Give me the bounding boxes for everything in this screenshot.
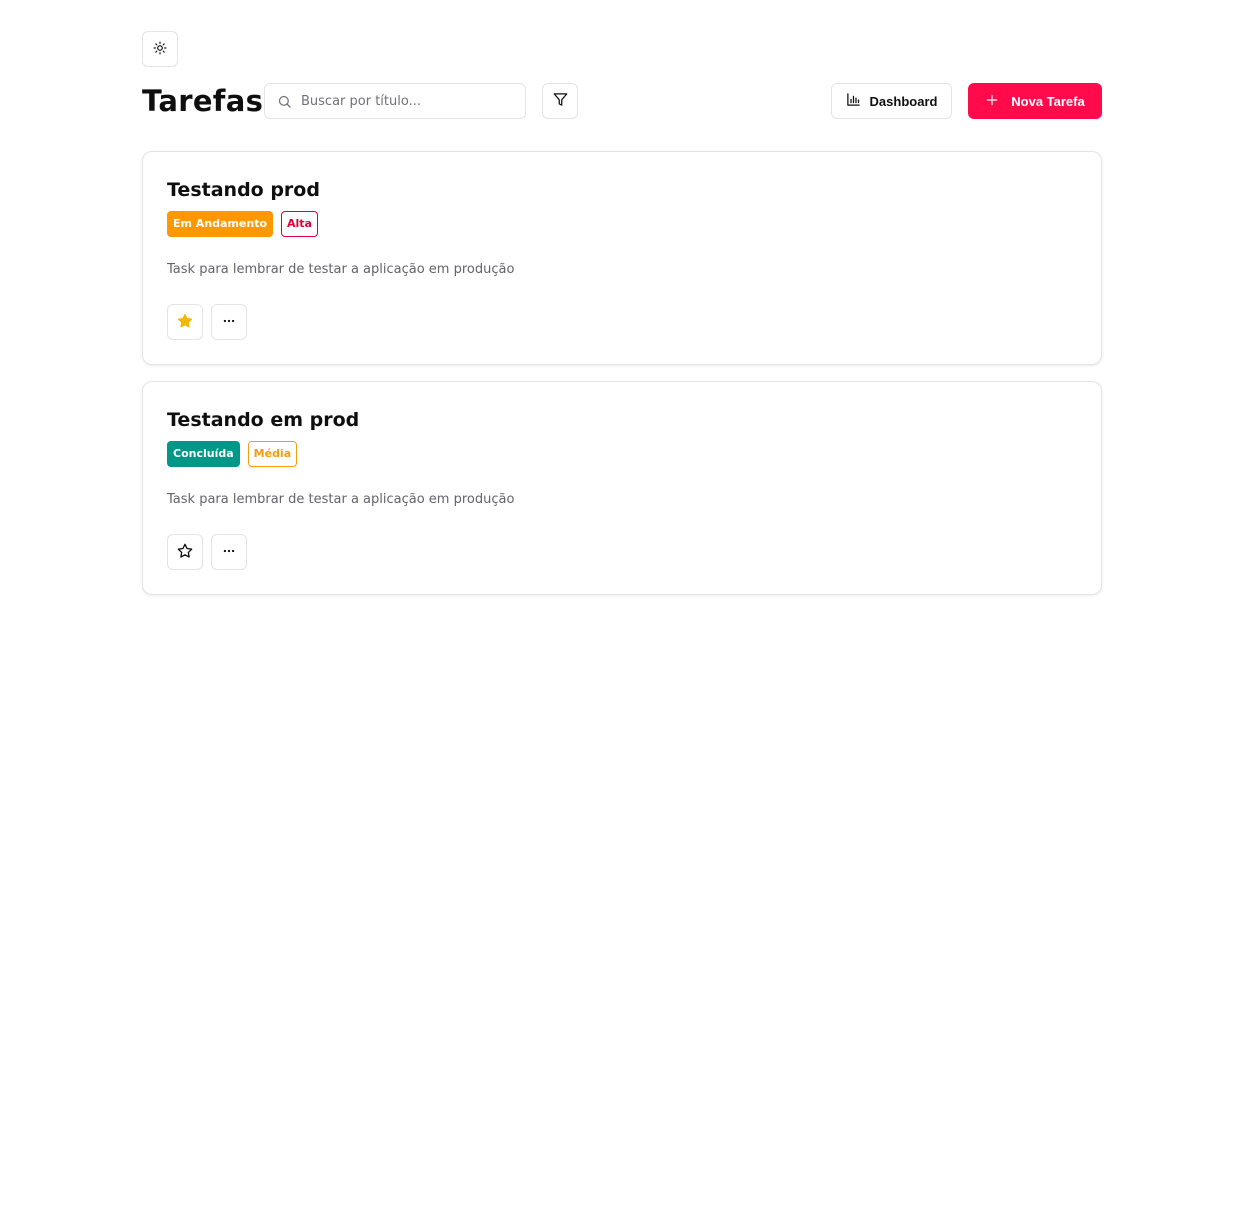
favorite-button[interactable] bbox=[167, 534, 203, 570]
plus-icon bbox=[985, 93, 999, 110]
task-description: Task para lembrar de testar a aplicação … bbox=[167, 492, 515, 507]
star-outline-icon bbox=[177, 543, 193, 562]
dashboard-button-label: Dashboard bbox=[869, 93, 938, 109]
priority-badge: Média bbox=[247, 441, 298, 467]
theme-toggle-button[interactable] bbox=[142, 31, 178, 67]
filter-icon bbox=[553, 92, 568, 110]
task-card[interactable]: Testando prod Em Andamento Alta Task par… bbox=[142, 151, 1102, 365]
task-badges: Em Andamento Alta bbox=[167, 211, 1077, 237]
sun-icon bbox=[153, 41, 167, 58]
priority-badge: Alta bbox=[281, 211, 318, 237]
more-options-button[interactable] bbox=[211, 534, 247, 570]
filter-button[interactable] bbox=[542, 83, 578, 119]
task-actions bbox=[167, 534, 247, 570]
search-box[interactable] bbox=[264, 83, 526, 119]
task-card[interactable]: Testando em prod Concluída Média Task pa… bbox=[142, 381, 1102, 595]
page-title: Tarefas bbox=[142, 84, 264, 118]
favorite-button[interactable] bbox=[167, 304, 203, 340]
more-options-button[interactable] bbox=[211, 304, 247, 340]
task-badges: Concluída Média bbox=[167, 441, 1077, 467]
task-list: Testando prod Em Andamento Alta Task par… bbox=[142, 151, 1102, 611]
tasks-page: Tarefas Buscar por título... Dashboard N… bbox=[0, 0, 1244, 1217]
more-horizontal-icon bbox=[222, 314, 236, 331]
new-task-button[interactable]: Nova Tarefa bbox=[968, 83, 1102, 119]
task-title: Testando em prod bbox=[167, 409, 360, 431]
task-title: Testando prod bbox=[167, 179, 320, 201]
header-toolbar: Tarefas Buscar por título... Dashboard N… bbox=[142, 83, 1102, 119]
bar-chart-icon bbox=[846, 92, 861, 110]
status-badge: Em Andamento bbox=[167, 211, 274, 237]
task-actions bbox=[167, 304, 247, 340]
star-filled-icon bbox=[177, 313, 193, 332]
more-horizontal-icon bbox=[222, 544, 236, 561]
dashboard-button[interactable]: Dashboard bbox=[831, 83, 952, 119]
new-task-button-label: Nova Tarefa bbox=[1011, 93, 1085, 109]
status-badge: Concluída bbox=[167, 441, 240, 467]
search-icon bbox=[276, 93, 292, 109]
search-input[interactable] bbox=[301, 86, 511, 116]
task-description: Task para lembrar de testar a aplicação … bbox=[167, 262, 515, 277]
